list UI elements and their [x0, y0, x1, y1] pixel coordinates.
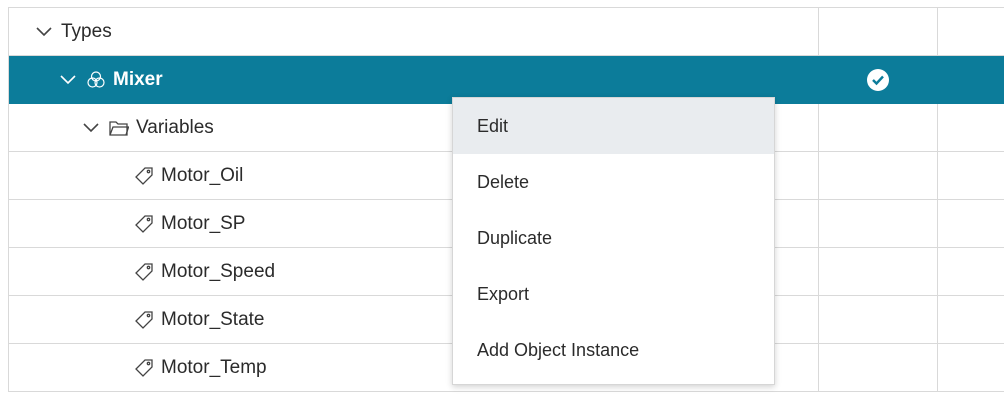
object-type-icon: [85, 69, 107, 91]
chevron-down-icon[interactable]: [35, 23, 53, 41]
tree-item-label: Mixer: [113, 68, 163, 90]
menu-item-edit[interactable]: Edit: [453, 98, 774, 154]
tree-item-label: Motor_Oil: [161, 164, 244, 186]
chevron-down-icon[interactable]: [59, 71, 77, 89]
tree-row-types[interactable]: Types: [9, 8, 1004, 56]
tree-item-label: Motor_Temp: [161, 356, 267, 378]
tree-item-label: Types: [61, 20, 112, 42]
tree-item-label: Motor_Speed: [161, 260, 276, 282]
tree-cell-status: [819, 104, 938, 151]
tree-cell-extra: [938, 104, 1004, 151]
menu-item-delete[interactable]: Delete: [453, 154, 774, 210]
tag-icon: [133, 165, 155, 187]
tree-cell-status: [819, 344, 938, 391]
tag-icon: [133, 309, 155, 331]
tree-cell-extra: [938, 56, 1004, 103]
tree-cell-status: [819, 56, 938, 103]
menu-item-export[interactable]: Export: [453, 266, 774, 322]
context-menu: Edit Delete Duplicate Export Add Object …: [452, 97, 775, 385]
tree-cell-status: [819, 152, 938, 199]
tree-cell-extra: [938, 248, 1004, 295]
tree-cell-extra: [938, 296, 1004, 343]
tree-cell-name: Mixer: [9, 56, 819, 103]
chevron-down-icon[interactable]: [82, 119, 100, 137]
tag-icon: [133, 213, 155, 235]
tree-item-label: Motor_SP: [161, 212, 246, 234]
tree-cell-status: [819, 200, 938, 247]
menu-item-duplicate[interactable]: Duplicate: [453, 210, 774, 266]
tree-cell-extra: [938, 152, 1004, 199]
folder-icon: [108, 117, 130, 139]
tree-cell-extra: [938, 200, 1004, 247]
tree-item-label: Variables: [136, 116, 214, 138]
tree-cell-status: [819, 248, 938, 295]
menu-item-add-object-instance[interactable]: Add Object Instance: [453, 322, 774, 378]
check-circle-icon: [867, 68, 889, 91]
tag-icon: [133, 261, 155, 283]
tree-cell-status: [819, 296, 938, 343]
tree-cell-extra: [938, 8, 1004, 55]
tree-item-label: Motor_State: [161, 308, 265, 330]
tree-cell-name: Types: [9, 8, 819, 55]
tree-cell-status: [819, 8, 938, 55]
tag-icon: [133, 357, 155, 379]
tree-cell-extra: [938, 344, 1004, 391]
